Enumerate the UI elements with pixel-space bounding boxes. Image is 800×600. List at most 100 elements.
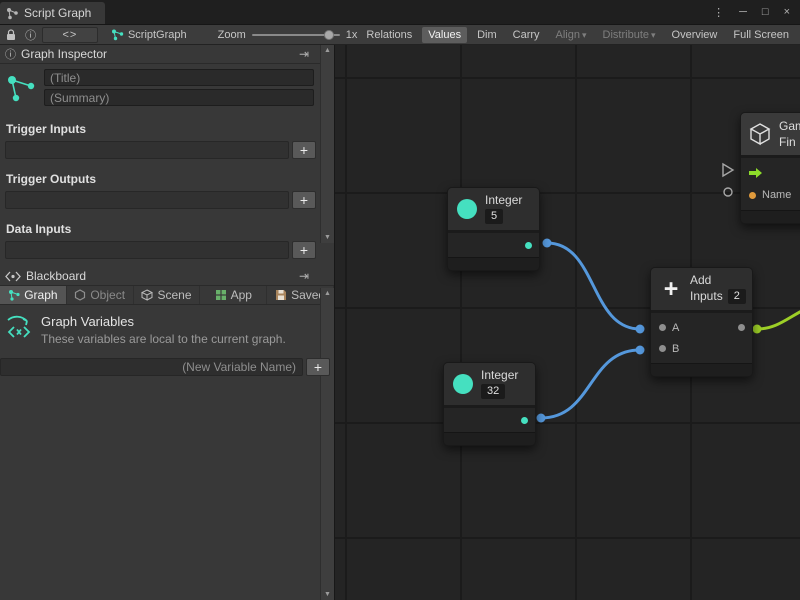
- values-toggle[interactable]: Values: [422, 27, 467, 43]
- control-input-port[interactable]: [723, 164, 733, 176]
- window-controls: ⋮ ─ □ ×: [703, 0, 800, 24]
- scroll-up-icon[interactable]: ▲: [324, 290, 331, 297]
- app-tab-icon: [215, 289, 227, 301]
- distribute-dropdown[interactable]: Distribute▾: [597, 27, 662, 43]
- object-tab-icon: [74, 289, 86, 301]
- blackboard-title: Blackboard: [26, 269, 86, 283]
- integer-output-port[interactable]: [525, 242, 532, 249]
- node-body: A B: [651, 313, 752, 363]
- graph-tab-icon: [8, 289, 20, 301]
- node-find-partial[interactable]: Gam Fin Name: [740, 112, 800, 224]
- new-variable-row: +: [0, 358, 330, 376]
- name-input-port[interactable]: [749, 192, 756, 199]
- close-icon[interactable]: ×: [784, 6, 790, 18]
- new-variable-input[interactable]: [0, 358, 303, 376]
- node-title: Integer: [485, 194, 522, 207]
- tab-app[interactable]: App: [200, 286, 267, 304]
- integer-output-port[interactable]: [521, 417, 528, 424]
- input-port-a[interactable]: [659, 324, 666, 331]
- graph-canvas[interactable]: Integer 5 Integer 32: [335, 45, 800, 600]
- full-screen-button[interactable]: Full Screen: [727, 27, 795, 43]
- graph-asset-name: ScriptGraph: [128, 29, 187, 41]
- graph-toolbar: ⓘ <> ScriptGraph Zoom 1x Relations Value…: [0, 24, 800, 45]
- chevron-down-icon: ▾: [651, 30, 656, 40]
- wire-endpoint: [636, 346, 645, 355]
- node-header[interactable]: + Add Inputs 2: [651, 268, 752, 313]
- node-footer: [448, 257, 539, 270]
- code-view-button[interactable]: <>: [42, 27, 98, 43]
- graph-asset-label[interactable]: ScriptGraph: [111, 28, 187, 41]
- graph-summary-input[interactable]: [44, 89, 314, 106]
- trigger-outputs-listbox[interactable]: [5, 191, 289, 209]
- pop-out-icon[interactable]: ⇥: [299, 269, 309, 283]
- node-integer-32[interactable]: Integer 32: [443, 362, 536, 446]
- data-inputs-listbox[interactable]: [5, 241, 289, 259]
- integer-icon: [457, 199, 477, 219]
- scene-tab-icon: [141, 289, 153, 301]
- blackboard-scrollbar[interactable]: ▲ ▼: [320, 288, 334, 600]
- maximize-icon[interactable]: □: [762, 6, 769, 18]
- graph-variables-icon: [6, 314, 32, 340]
- zoom-slider-handle[interactable]: [324, 30, 334, 40]
- relations-toggle[interactable]: Relations: [360, 27, 418, 43]
- node-integer-5[interactable]: Integer 5: [447, 187, 540, 271]
- saved-tab-icon: [275, 289, 287, 301]
- graph-title-input[interactable]: [44, 69, 314, 86]
- port-b-label: B: [672, 343, 679, 355]
- name-port-label: Name: [762, 189, 791, 201]
- inputs-count-field[interactable]: 2: [728, 289, 746, 304]
- node-title-line1: Gam: [779, 119, 800, 133]
- scroll-down-icon[interactable]: ▼: [324, 591, 331, 598]
- minimize-icon[interactable]: ─: [739, 6, 747, 18]
- wire-endpoint: [636, 325, 645, 334]
- graph-inspector-header: ⓘ Graph Inspector ⇥: [0, 45, 334, 64]
- zoom-slider[interactable]: [252, 34, 340, 36]
- pop-out-icon[interactable]: ⇥: [299, 47, 309, 61]
- overview-button[interactable]: Overview: [666, 27, 724, 43]
- window-menu-icon[interactable]: ⋮: [713, 6, 724, 19]
- carry-toggle[interactable]: Carry: [507, 27, 546, 43]
- scroll-down-icon[interactable]: ▼: [324, 234, 331, 241]
- graph-variables-title: Graph Variables: [41, 314, 286, 329]
- scroll-up-icon[interactable]: ▲: [324, 47, 331, 54]
- sidebar: ⓘ Graph Inspector ⇥ Trigger Inputs + Tri…: [0, 45, 335, 600]
- script-graph-window-tab[interactable]: Script Graph: [0, 2, 105, 24]
- dim-toggle[interactable]: Dim: [471, 27, 503, 43]
- graph-icon: [5, 73, 37, 103]
- blackboard-icon: [5, 271, 21, 282]
- tab-scene[interactable]: Scene: [134, 286, 201, 304]
- script-graph-tab-icon: [6, 7, 19, 20]
- add-trigger-output-button[interactable]: +: [292, 191, 316, 209]
- inspector-scrollbar[interactable]: ▲ ▼: [320, 45, 334, 243]
- sum-output-port[interactable]: [738, 324, 745, 331]
- graph-variables-subtitle: These variables are local to the current…: [41, 332, 286, 346]
- lock-icon[interactable]: [3, 27, 19, 43]
- add-trigger-input-button[interactable]: +: [292, 141, 316, 159]
- trigger-inputs-listbox[interactable]: [5, 141, 289, 159]
- node-body: Name: [741, 158, 800, 210]
- integer-value-field[interactable]: 5: [485, 209, 503, 224]
- blackboard-tabs: Graph Object Scene App Saved: [0, 286, 334, 305]
- control-flow-icon[interactable]: [749, 167, 763, 179]
- wire-integer32-to-add-b[interactable]: [541, 350, 640, 418]
- add-variable-button[interactable]: +: [306, 358, 330, 376]
- port-row-a: A: [651, 317, 752, 338]
- wire-endpoint: [537, 414, 546, 423]
- add-data-input-button[interactable]: +: [292, 241, 316, 259]
- tab-graph[interactable]: Graph: [0, 286, 67, 304]
- value-input-port[interactable]: [724, 188, 732, 196]
- wire-add-output[interactable]: [757, 307, 800, 329]
- node-header[interactable]: Gam Fin: [741, 113, 800, 158]
- window-titlebar: Script Graph ⋮ ─ □ ×: [0, 0, 800, 24]
- wire-integer5-to-add-a[interactable]: [547, 243, 640, 329]
- align-dropdown[interactable]: Align▾: [550, 27, 593, 43]
- plus-icon: +: [660, 278, 682, 300]
- wire-endpoint: [543, 239, 552, 248]
- info-icon[interactable]: ⓘ: [22, 27, 38, 43]
- integer-value-field[interactable]: 32: [481, 384, 505, 399]
- tab-object[interactable]: Object: [67, 286, 134, 304]
- node-header[interactable]: Integer 32: [444, 363, 535, 408]
- node-header[interactable]: Integer 5: [448, 188, 539, 233]
- node-add[interactable]: + Add Inputs 2 A B: [650, 267, 753, 377]
- input-port-b[interactable]: [659, 345, 666, 352]
